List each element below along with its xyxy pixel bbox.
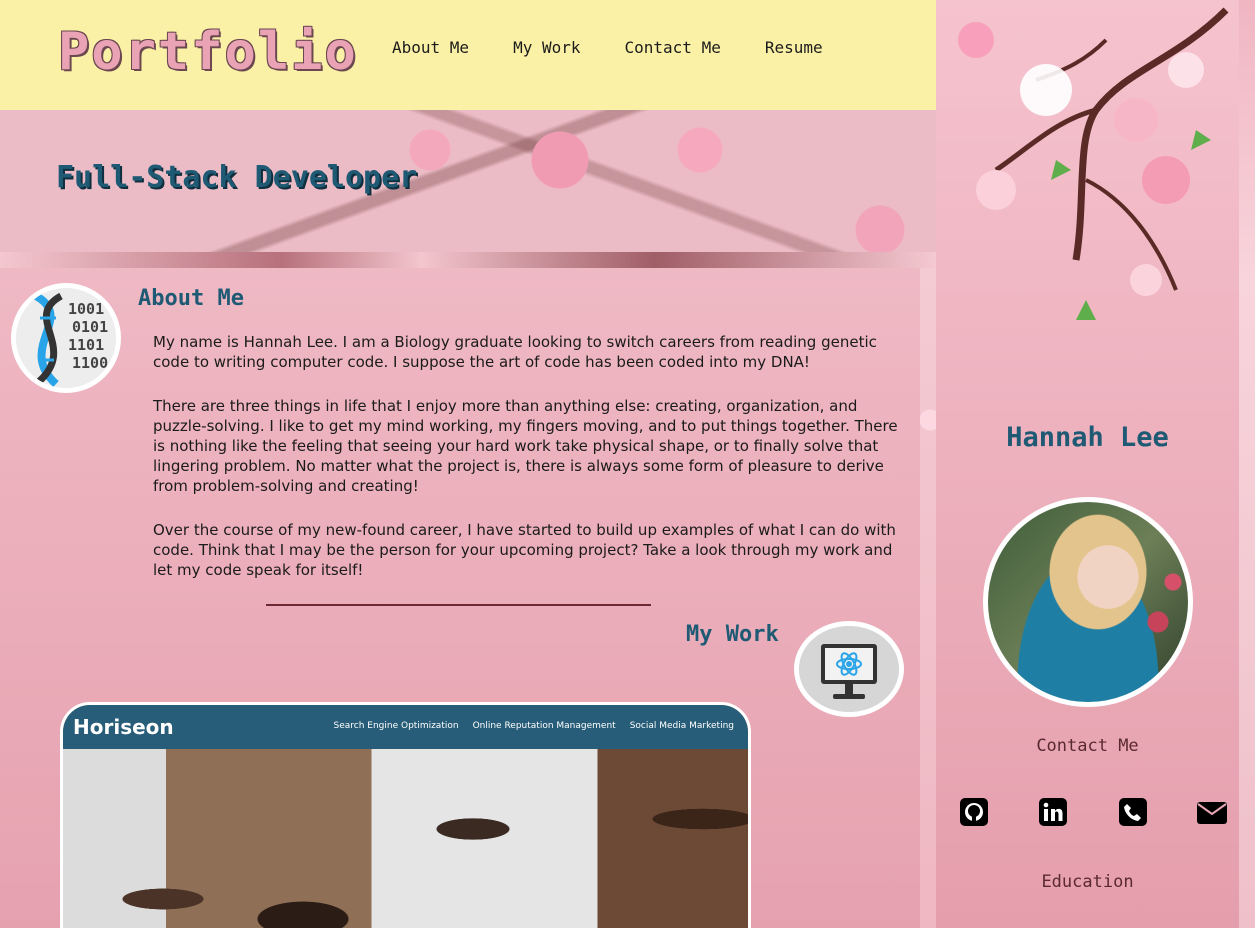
site-header: Portfolio About Me My Work Contact Me Re… (0, 0, 936, 110)
phone-icon[interactable] (1117, 796, 1149, 828)
project-link: Search Engine Optimization (333, 721, 459, 731)
work-heading: My Work (686, 622, 779, 647)
nav-about-me[interactable]: About Me (392, 38, 469, 57)
project-links: Search Engine Optimization Online Reputa… (334, 721, 735, 731)
cherry-blossom-illustration (958, 7, 1229, 320)
nav-my-work[interactable]: My Work (513, 38, 580, 57)
dna-icon: 1001 0101 1101 1100 (11, 283, 121, 393)
hero-banner: Full-Stack Developer (0, 110, 936, 252)
about-paragraph-1: My name is Hannah Lee. I am a Biology gr… (153, 333, 877, 371)
project-link: Online Reputation Management (472, 721, 616, 731)
social-links (958, 796, 1228, 828)
linkedin-icon[interactable] (1037, 796, 1069, 828)
section-divider (266, 604, 651, 606)
github-icon[interactable] (958, 796, 990, 828)
project-navbar: Horiseon Search Engine Optimization Onli… (63, 705, 748, 749)
svg-text:0101: 0101 (72, 318, 108, 336)
nav-contact-me[interactable]: Contact Me (625, 38, 721, 57)
page-edge-decoration (1239, 0, 1255, 928)
main-content: 1001 0101 1101 1100 About Me My name is … (0, 268, 920, 928)
project-screenshot-image (63, 749, 748, 928)
hero-divider-strip (0, 252, 936, 268)
svg-text:1001: 1001 (68, 300, 104, 318)
sidebar: Hannah Lee Contact Me Education (936, 0, 1239, 928)
profile-name: Hannah Lee (1006, 422, 1169, 453)
main-nav: About Me My Work Contact Me Resume (392, 38, 867, 57)
computer-icon (794, 621, 904, 717)
project-card-horiseon[interactable]: Horiseon Search Engine Optimization Onli… (60, 702, 751, 928)
svg-text:1100: 1100 (72, 354, 108, 372)
about-paragraph-2: There are three things in life that I en… (153, 397, 898, 495)
site-logo[interactable]: Portfolio (58, 22, 358, 82)
about-paragraph-3: Over the course of my new-found career, … (153, 521, 896, 579)
hero-title: Full-Stack Developer (56, 160, 418, 195)
nav-resume[interactable]: Resume (765, 38, 823, 57)
about-heading: About Me (138, 286, 244, 311)
svg-text:1101: 1101 (68, 336, 104, 354)
education-heading: Education (1041, 872, 1134, 892)
profile-photo (983, 497, 1193, 707)
project-link: Social Media Marketing (629, 721, 734, 731)
envelope-icon[interactable] (1196, 796, 1228, 828)
about-text: My name is Hannah Lee. I am a Biology gr… (153, 332, 898, 604)
project-brand: Horiseon (73, 715, 174, 739)
contact-heading: Contact Me (1036, 736, 1139, 756)
